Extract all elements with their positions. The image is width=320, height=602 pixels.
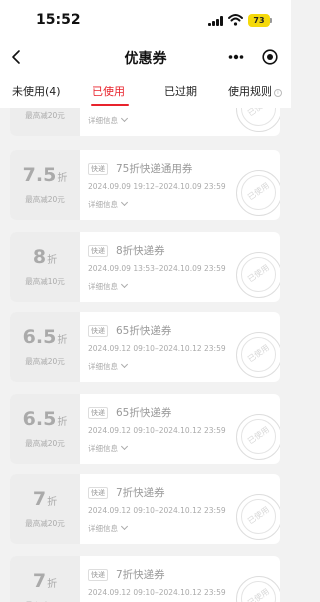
used-stamp: 已使用 bbox=[236, 252, 280, 298]
coupon-discount: 7.5折 bbox=[10, 164, 80, 186]
coupon-discount: 7折 bbox=[10, 488, 80, 510]
coupon-card[interactable]: 7折最高减20元快递7折快递券2024.09.12 09:10–2024.10.… bbox=[10, 474, 280, 544]
chevron-down-icon bbox=[120, 360, 129, 369]
chevron-down-icon bbox=[120, 442, 129, 451]
coupon-card[interactable]: 8折 最高减10元 快递 8折快递券 2024.09.09 13:53–2024.10.… bbox=[10, 232, 280, 302]
coupon-max-reduction: 最高减20元 bbox=[25, 357, 65, 366]
coupon-max-reduction: 最高减20元 bbox=[25, 111, 65, 120]
detail-label: 详细信息 bbox=[88, 200, 118, 209]
coupon-name: 7折快递券 bbox=[116, 487, 165, 499]
discount-value: 6.5 bbox=[22, 408, 57, 430]
coupon-max-reduction: 最高减20元 bbox=[25, 439, 65, 448]
tab-used[interactable]: 已使用 bbox=[92, 83, 125, 99]
coupon-name: 65折快递券 bbox=[116, 325, 172, 337]
used-stamp: 已使用 bbox=[236, 414, 280, 460]
coupon-value-panel: 7折最高减20元 bbox=[10, 474, 80, 544]
discount-unit: 折 bbox=[47, 255, 58, 266]
coupon-discount: 8折 bbox=[10, 246, 80, 268]
coupon-value-panel: 7.5折最高减20元 bbox=[10, 150, 80, 220]
discount-unit: 折 bbox=[47, 497, 58, 508]
discount-value: 7 bbox=[32, 488, 47, 510]
coupon-detail-toggle[interactable]: 详细信息 bbox=[88, 280, 129, 292]
coupon-validity: 2024.09.12 09:10–2024.10.12 23:59 bbox=[88, 588, 226, 597]
used-stamp: 已使用 bbox=[236, 170, 280, 216]
discount-unit: 折 bbox=[57, 335, 68, 346]
coupon-tag: 快递 bbox=[88, 487, 108, 499]
coupon-validity: 2024.09.09 13:53–2024.10.09 23:59 bbox=[88, 264, 226, 273]
discount-unit: 折 bbox=[57, 173, 68, 184]
active-tab-indicator bbox=[91, 104, 129, 106]
coupon-value-panel: 6.5折最高减20元 bbox=[10, 394, 80, 464]
discount-value: 7.5 bbox=[22, 164, 57, 186]
coupon-list: 9折最高减20元2024.09.05 10:26–2024.10.05 23:5… bbox=[0, 108, 291, 602]
more-icon[interactable] bbox=[228, 54, 244, 60]
detail-label: 详细信息 bbox=[88, 362, 118, 371]
battery-tip bbox=[270, 18, 272, 23]
coupon-card[interactable]: 7.5折 最高减20元 快递 75折快递通用券 2024.09.09 19:12–202… bbox=[10, 150, 280, 220]
status-bar: 15:52 73 bbox=[0, 0, 291, 40]
coupon-validity: 2024.09.12 09:10–2024.10.12 23:59 bbox=[88, 344, 226, 353]
used-stamp: 已使用 bbox=[236, 494, 280, 540]
discount-unit: 折 bbox=[57, 417, 68, 428]
coupon-tag: 快递 bbox=[88, 569, 108, 581]
status-time: 15:52 bbox=[36, 12, 81, 28]
coupon-max-reduction: 最高减10元 bbox=[25, 277, 65, 286]
coupon-detail-toggle[interactable]: 详细信息 bbox=[88, 360, 129, 372]
coupon-card[interactable]: 6.5折 最高减20元 快递 65折快递券 2024.09.12 09:10–2024.… bbox=[10, 394, 280, 464]
chevron-down-icon bbox=[120, 114, 129, 123]
coupon-validity: 2024.09.12 09:10–2024.10.12 23:59 bbox=[88, 506, 226, 515]
coupon-value-panel: 8折最高减10元 bbox=[10, 232, 80, 302]
coupon-max-reduction: 最高减20元 bbox=[25, 195, 65, 204]
coupon-tag: 快递 bbox=[88, 407, 108, 419]
coupon-name: 75折快递通用券 bbox=[116, 163, 193, 175]
discount-unit: 折 bbox=[47, 579, 58, 590]
used-stamp: 已使用 bbox=[236, 332, 280, 378]
coupon-value-panel: 7折最高减20元 bbox=[10, 556, 80, 602]
coupon-tag: 快递 bbox=[88, 245, 108, 257]
page-title: 优惠券 bbox=[124, 51, 167, 67]
coupon-tag: 快递 bbox=[88, 325, 108, 337]
coupon-name: 8折快递券 bbox=[116, 245, 165, 257]
coupon-discount: 7折 bbox=[10, 570, 80, 592]
usage-rules-label: 使用规则 bbox=[228, 85, 272, 98]
coupon-detail-toggle[interactable]: 详细信息 bbox=[88, 442, 129, 454]
detail-label: 详细信息 bbox=[88, 524, 118, 533]
coupon-detail-toggle[interactable]: 详细信息 bbox=[88, 114, 129, 126]
nav-bar: 优惠券 bbox=[0, 40, 291, 74]
wifi-icon bbox=[228, 14, 243, 26]
tab-expired[interactable]: 已过期 bbox=[164, 83, 197, 99]
detail-label: 详细信息 bbox=[88, 282, 118, 291]
coupon-detail-toggle[interactable]: 详细信息 bbox=[88, 522, 129, 534]
chevron-down-icon bbox=[120, 522, 129, 531]
coupon-name: 7折快递券 bbox=[116, 569, 165, 581]
coupon-validity: 2024.09.09 19:12–2024.10.09 23:59 bbox=[88, 182, 226, 191]
battery-indicator: 73 bbox=[248, 14, 270, 27]
signal-icon bbox=[208, 16, 224, 26]
coupon-name: 65折快递券 bbox=[116, 407, 172, 419]
detail-label: 详细信息 bbox=[88, 116, 118, 125]
coupon-validity: 2024.09.12 09:10–2024.10.12 23:59 bbox=[88, 426, 226, 435]
coupon-value-panel: 9折最高减20元 bbox=[10, 108, 80, 136]
discount-value: 8 bbox=[32, 246, 47, 268]
coupon-tag: 快递 bbox=[88, 163, 108, 175]
coupon-value-panel: 6.5折最高减20元 bbox=[10, 312, 80, 382]
coupon-card[interactable]: 9折最高减20元2024.09.05 10:26–2024.10.05 23:5… bbox=[10, 108, 280, 136]
discount-value: 6.5 bbox=[22, 326, 57, 348]
coupon-discount: 6.5折 bbox=[10, 408, 80, 430]
detail-label: 详细信息 bbox=[88, 444, 118, 453]
chevron-down-icon bbox=[120, 198, 129, 207]
coupon-tabs: 未使用(4) 已使用 已过期 使用规则 i bbox=[0, 74, 291, 108]
chevron-down-icon bbox=[120, 280, 129, 289]
discount-value: 7 bbox=[32, 570, 47, 592]
close-target-icon[interactable] bbox=[262, 49, 278, 65]
info-icon: i bbox=[274, 89, 282, 97]
coupon-max-reduction: 最高减20元 bbox=[25, 519, 65, 528]
coupon-discount: 6.5折 bbox=[10, 326, 80, 348]
coupon-detail-toggle[interactable]: 详细信息 bbox=[88, 198, 129, 210]
coupon-card[interactable]: 7折最高减20元快递 7折快递券 2024.09.12 09:10–2024.10.… bbox=[10, 556, 280, 602]
tab-usage-rules[interactable]: 使用规则 i bbox=[228, 83, 282, 99]
coupon-card[interactable]: 6.5折 最高减20元 快递 65折快递券 2024.09.12 09:10–2024.… bbox=[10, 312, 280, 382]
tab-unused[interactable]: 未使用(4) bbox=[12, 83, 61, 99]
